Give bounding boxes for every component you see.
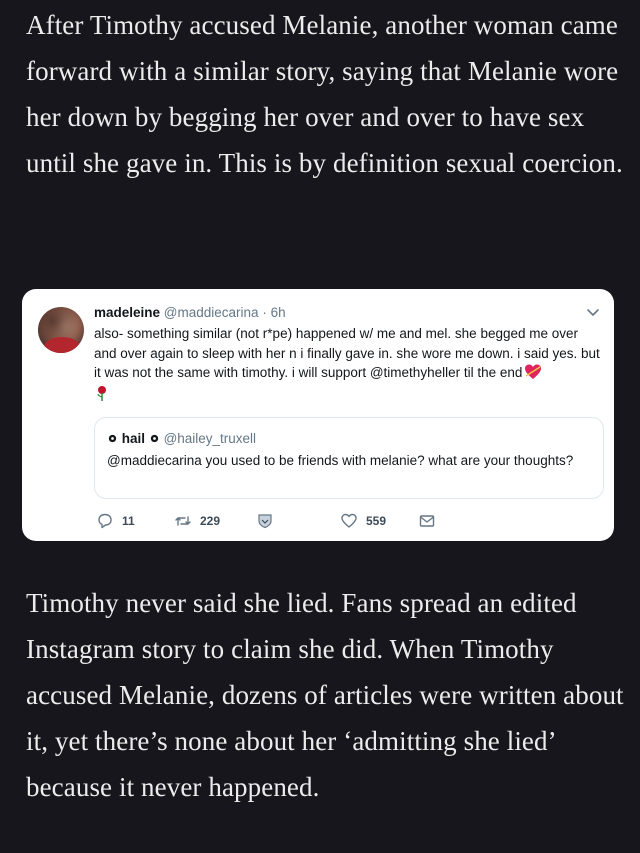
quoted-author-handle[interactable]: @hailey_truxell bbox=[164, 431, 257, 446]
mail-icon bbox=[419, 515, 435, 527]
retweet-button[interactable]: 229 bbox=[174, 512, 220, 530]
retweet-count: 229 bbox=[200, 514, 221, 528]
retweet-icon bbox=[175, 516, 191, 526]
quoted-tweet[interactable]: hail @hailey_truxell @maddiecarina you u… bbox=[94, 417, 604, 499]
like-count: 559 bbox=[366, 514, 387, 528]
quoted-tweet-text: @maddiecarina you used to be friends wit… bbox=[107, 453, 574, 468]
quoted-tweet-header: hail @hailey_truxell bbox=[107, 431, 256, 446]
reply-count: 11 bbox=[122, 514, 135, 528]
chevron-down-icon[interactable] bbox=[586, 305, 600, 319]
quoted-author-name[interactable]: hail bbox=[122, 431, 145, 446]
reply-icon bbox=[98, 513, 112, 529]
tweet-author-name[interactable]: madeleine bbox=[94, 305, 160, 320]
direct-message-button[interactable] bbox=[418, 512, 436, 530]
article-paragraph-1: After Timothy accused Melanie, another w… bbox=[26, 10, 623, 178]
shield-icon bbox=[258, 514, 272, 529]
tweet-time[interactable]: · 6h bbox=[262, 305, 285, 320]
avatar[interactable] bbox=[38, 307, 84, 353]
tweet-header: madeleine @maddiecarina · 6h bbox=[94, 305, 286, 320]
tweet-text: also- something similar (not r*pe) happe… bbox=[94, 324, 604, 383]
tweet-screenshot: madeleine @maddiecarina · 6h also- somet… bbox=[22, 289, 614, 541]
gear-icon bbox=[108, 434, 117, 443]
article-paragraph-2: Timothy never said she lied. Fans spread… bbox=[26, 588, 624, 802]
heart-emoji bbox=[525, 364, 542, 379]
tweet-actions: 11 229 559 bbox=[94, 512, 604, 532]
heart-icon bbox=[341, 513, 357, 528]
gear-icon bbox=[150, 434, 158, 443]
shield-button[interactable] bbox=[256, 512, 274, 530]
tweet-author-handle[interactable]: @maddiecarina bbox=[164, 305, 259, 320]
reply-button[interactable]: 11 bbox=[96, 512, 135, 530]
like-button[interactable]: 559 bbox=[340, 512, 386, 530]
rose-emoji bbox=[97, 386, 106, 401]
